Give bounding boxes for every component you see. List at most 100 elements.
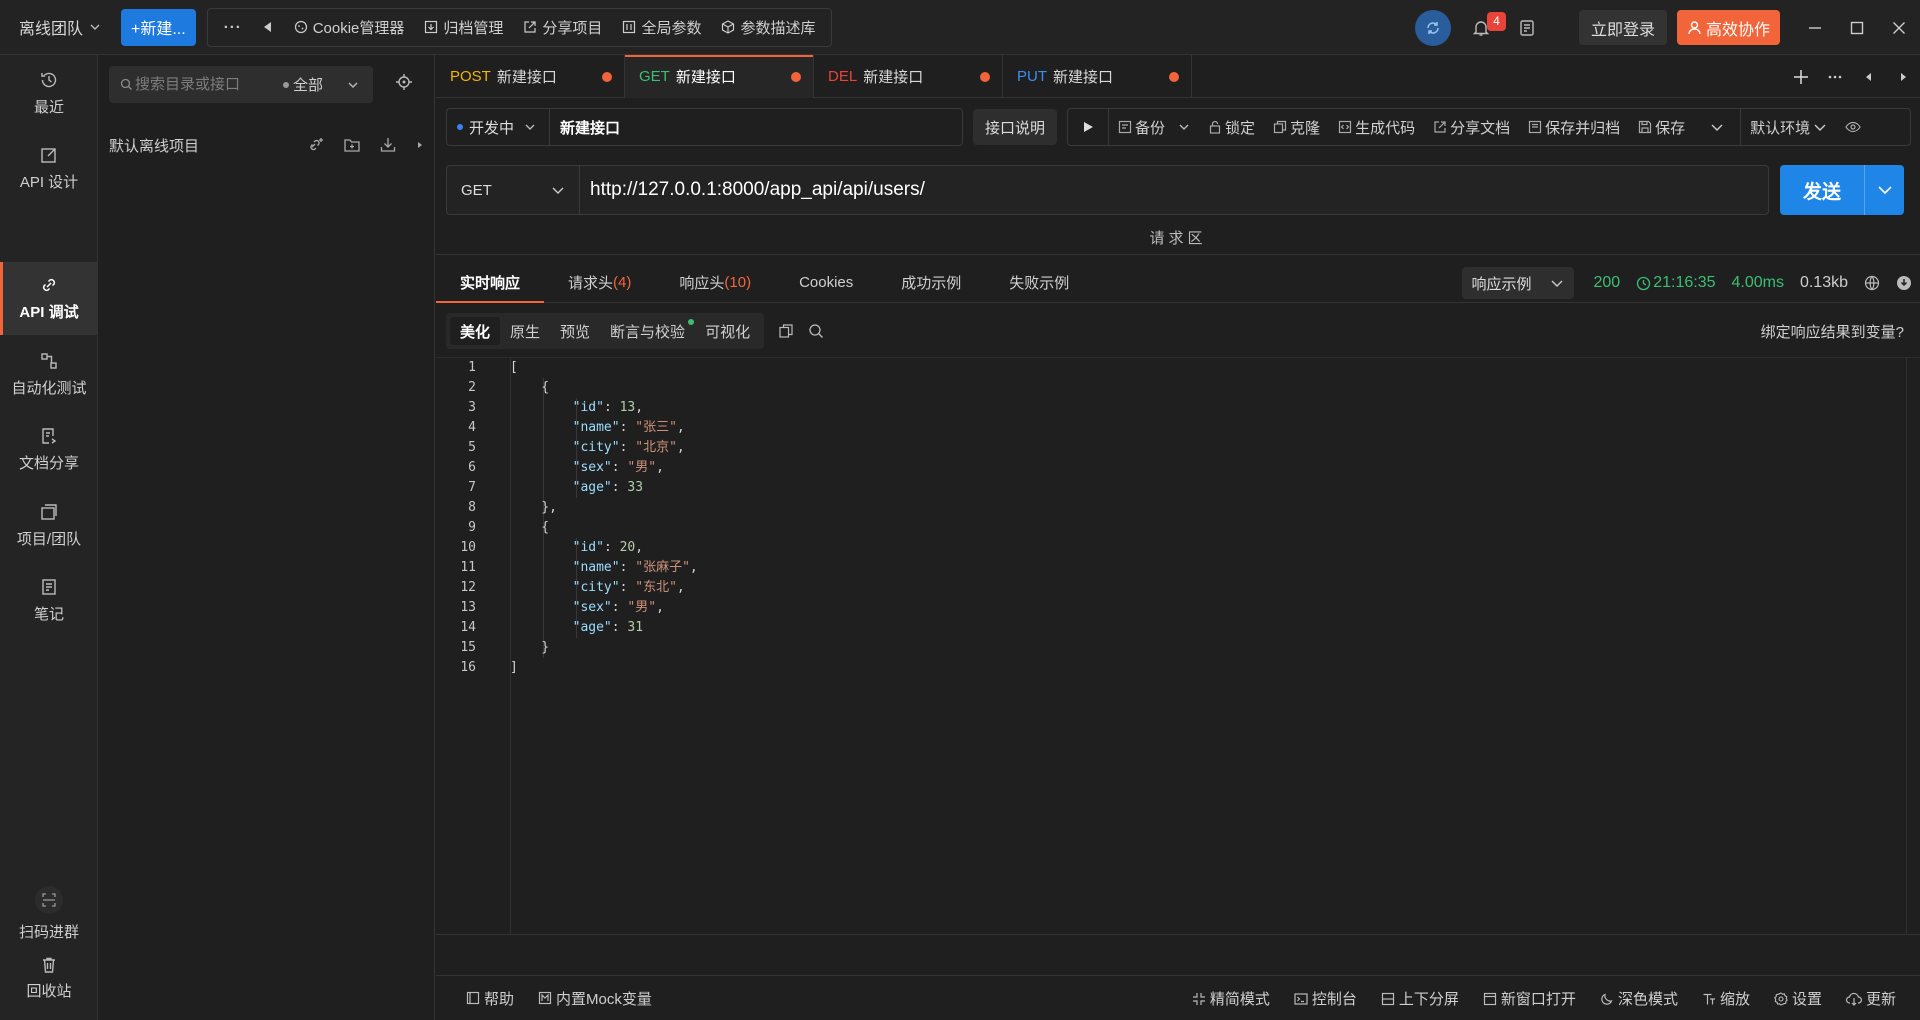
view-beautify[interactable]: 美化: [450, 317, 501, 345]
maximize-button[interactable]: [1836, 0, 1878, 55]
locate-button[interactable]: [395, 73, 413, 95]
tab-response-headers[interactable]: 响应头 (10): [655, 263, 775, 303]
response-code-editor[interactable]: 1[2 {3 "id": 13, 4 "name": "张三", 5 "city":…: [436, 357, 1920, 935]
nav-item-notes[interactable]: 笔记: [0, 564, 98, 637]
add-folder-icon[interactable]: [343, 136, 361, 154]
example-select[interactable]: 响应示例: [1461, 267, 1574, 299]
close-button[interactable]: [1878, 0, 1920, 55]
tab-live-response[interactable]: 实时响应: [436, 263, 545, 303]
nav-item-recent[interactable]: 最近: [0, 57, 98, 130]
url-input[interactable]: [579, 165, 1769, 215]
method-select[interactable]: GET: [446, 165, 579, 215]
request-region-toggle[interactable]: 请求区: [436, 227, 1920, 255]
api-name-input[interactable]: [549, 108, 963, 146]
scope-select[interactable]: 全部: [283, 74, 359, 95]
notification-button[interactable]: 4: [1463, 10, 1506, 46]
view-visualize[interactable]: 可视化: [695, 317, 760, 345]
split-view-button[interactable]: 上下分屏: [1369, 988, 1471, 1009]
tab-success-example[interactable]: 成功示例: [877, 263, 985, 303]
download-icon[interactable]: [1896, 275, 1912, 291]
nav-item-recycle-bin[interactable]: 回收站: [0, 948, 98, 1008]
tab-label: 实时响应: [460, 275, 521, 292]
tab-cookies[interactable]: Cookies: [775, 263, 877, 303]
save-archive-button[interactable]: 保存并归档: [1519, 109, 1629, 145]
nav-item-api-debug[interactable]: API 调试: [0, 262, 98, 335]
minimize-button[interactable]: [1794, 0, 1836, 55]
tab-put-new-api[interactable]: PUT 新建接口: [1003, 55, 1192, 98]
share-doc-button[interactable]: 分享文档: [1424, 109, 1519, 145]
help-button[interactable]: 帮助: [454, 988, 526, 1009]
save-button[interactable]: 保存: [1629, 109, 1694, 145]
add-api-icon[interactable]: [307, 136, 325, 154]
more-tabs-icon[interactable]: [1818, 69, 1852, 85]
team-select[interactable]: 离线团队: [19, 15, 101, 39]
status-select[interactable]: 开发中: [446, 108, 549, 146]
toolbar-cookie-manager[interactable]: Cookie管理器: [284, 9, 415, 46]
nav-item-doc-share[interactable]: 文档分享: [0, 413, 98, 486]
bind-to-variable-link[interactable]: 绑定响应结果到变量?: [1761, 321, 1904, 342]
settings-button[interactable]: 设置: [1762, 988, 1834, 1009]
toolbar-archive-manager[interactable]: 归档管理: [414, 9, 513, 46]
compact-mode-button[interactable]: 精简模式: [1180, 988, 1282, 1009]
tab-post-new-api[interactable]: POST 新建接口: [436, 55, 625, 98]
tab-scroll-right-icon[interactable]: [1886, 72, 1920, 82]
book-icon: [466, 991, 480, 1005]
tab-get-new-api[interactable]: GET 新建接口: [625, 55, 814, 98]
add-tab-icon[interactable]: [1784, 69, 1818, 85]
lock-button[interactable]: 锁定: [1199, 109, 1264, 145]
view-preview[interactable]: 预览: [550, 317, 600, 345]
code-token: :: [603, 400, 620, 415]
tab-scroll-left-icon[interactable]: [1852, 72, 1886, 82]
update-button[interactable]: 更新: [1834, 988, 1908, 1009]
search-icon[interactable]: [808, 323, 824, 339]
tree-search-input[interactable]: [135, 76, 275, 93]
nav-item-qr-group[interactable]: 扫码进群: [0, 877, 98, 950]
run-button[interactable]: [1068, 109, 1108, 145]
editor-scrollbar[interactable]: [1906, 358, 1920, 934]
view-assertion[interactable]: 断言与校验: [600, 317, 695, 345]
view-raw[interactable]: 原生: [500, 317, 550, 345]
nav-item-auto-test[interactable]: 自动化测试: [0, 338, 98, 411]
more-button[interactable]: ···: [214, 9, 252, 46]
unsaved-dot[interactable]: [791, 72, 801, 82]
login-button[interactable]: 立即登录: [1578, 10, 1667, 45]
collab-button[interactable]: 高效协作: [1676, 10, 1780, 45]
api-doc-button[interactable]: 接口说明: [973, 109, 1058, 145]
unsaved-dot[interactable]: [1169, 72, 1179, 82]
sync-button[interactable]: [1414, 9, 1451, 46]
tab-fail-example[interactable]: 失败示例: [985, 263, 1093, 303]
collab-label: 高效协作: [1705, 21, 1770, 39]
nav-item-project-team[interactable]: 项目/团队: [0, 489, 98, 562]
new-window-button[interactable]: 新窗口打开: [1471, 988, 1588, 1009]
notes-button[interactable]: [1509, 10, 1545, 46]
globe-icon[interactable]: [1864, 275, 1880, 291]
toolbar-share-project[interactable]: 分享项目: [513, 9, 612, 46]
tab-request-headers[interactable]: 请求头 (4): [544, 263, 655, 303]
save-options-button[interactable]: [1694, 109, 1740, 145]
env-view-button[interactable]: [1836, 109, 1870, 145]
toolbar-param-desc-library[interactable]: 参数描述库: [711, 9, 825, 46]
code-token: ,: [656, 600, 664, 615]
env-select[interactable]: 默认环境: [1741, 109, 1836, 145]
project-row[interactable]: 默认离线项目: [109, 129, 425, 161]
dark-mode-button[interactable]: 深色模式: [1588, 988, 1690, 1009]
collapse-button[interactable]: [252, 9, 284, 46]
new-button[interactable]: +新建...: [121, 8, 196, 46]
generate-code-button[interactable]: 生成代码: [1329, 109, 1424, 145]
unsaved-dot[interactable]: [980, 72, 990, 82]
unsaved-dot[interactable]: [602, 72, 612, 82]
copy-icon[interactable]: [778, 323, 794, 339]
send-button[interactable]: 发送: [1780, 165, 1904, 215]
backup-button[interactable]: 备份: [1109, 109, 1199, 145]
toolbar-global-params[interactable]: 全局参数: [612, 9, 711, 46]
mock-vars-button[interactable]: 内置Mock变量: [526, 988, 664, 1009]
zoom-button[interactable]: 缩放: [1690, 988, 1762, 1009]
import-icon[interactable]: [379, 136, 397, 154]
nav-item-api-design[interactable]: API 设计: [0, 132, 98, 205]
send-options-button[interactable]: [1865, 182, 1904, 198]
clone-button[interactable]: 克隆: [1264, 109, 1329, 145]
tab-del-new-api[interactable]: DEL 新建接口: [814, 55, 1003, 98]
console-button[interactable]: 控制台: [1282, 988, 1369, 1009]
caret-right-icon[interactable]: [415, 140, 425, 150]
